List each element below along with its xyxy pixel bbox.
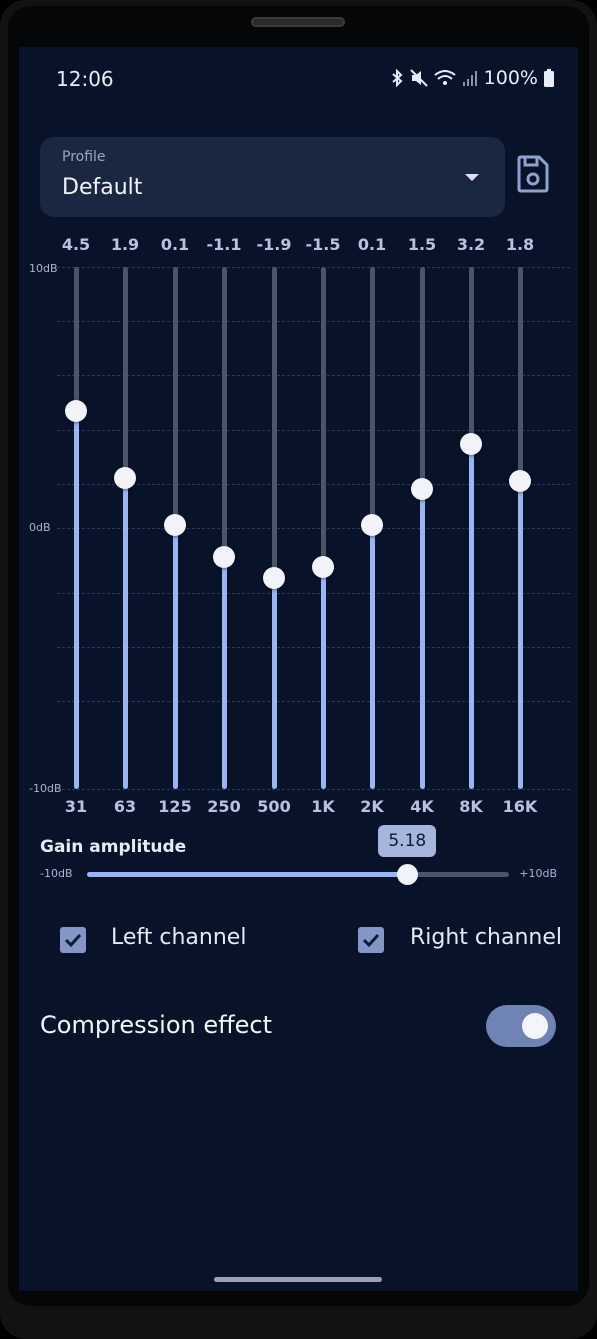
grid-line: [57, 701, 570, 702]
band-slider-track[interactable]: [122, 267, 128, 789]
grid-line: [57, 321, 570, 322]
band-slider-fill: [419, 488, 425, 789]
phone-frame: 12:06 100% Profile Default 10dB 0dB -10d…: [0, 0, 597, 1339]
band-slider-fill: [73, 410, 79, 789]
compression-toggle[interactable]: [486, 1005, 556, 1047]
gain-slider-fill: [87, 872, 408, 877]
wifi-icon: [434, 70, 456, 85]
battery-icon: [544, 69, 554, 87]
profile-value: Default: [62, 175, 143, 200]
band-gain-value: 1.8: [505, 235, 535, 254]
band-slider-thumb[interactable]: [509, 470, 531, 493]
band-slider-thumb[interactable]: [213, 545, 235, 568]
mute-icon: [409, 69, 428, 87]
screen: 12:06 100% Profile Default 10dB 0dB -10d…: [19, 47, 578, 1291]
gain-amplitude-slider[interactable]: [87, 864, 509, 885]
gain-value-bubble: 5.18: [378, 825, 437, 857]
band-slider-fill: [221, 556, 227, 789]
profile-dropdown[interactable]: Profile Default: [40, 137, 505, 217]
status-icons: 100%: [390, 67, 554, 89]
save-profile-button[interactable]: [517, 155, 555, 197]
band-slider-thumb[interactable]: [312, 556, 334, 579]
grid-line: [57, 647, 570, 648]
grid-line: [57, 528, 570, 529]
band-slider-track[interactable]: [419, 267, 425, 789]
band-frequency-label: 31: [64, 797, 88, 816]
band-slider-thumb[interactable]: [411, 477, 433, 500]
band-gain-value: -1.5: [305, 235, 341, 254]
equalizer: 10dB 0dB -10dB 4.5 31 1.9 63 0.1 125 -1.1 250 -1…: [19, 227, 578, 827]
band-gain-value: 1.5: [407, 235, 437, 254]
checkmark-icon: [362, 933, 380, 948]
band-slider-fill: [320, 567, 326, 789]
right-channel-label[interactable]: Right channel: [410, 925, 562, 950]
axis-top-label: 10dB: [29, 262, 58, 275]
dropdown-arrow-icon: [465, 174, 479, 181]
battery-percent: 100%: [483, 67, 538, 89]
band-slider-fill: [122, 478, 128, 789]
signal-icon: [462, 71, 477, 86]
axis-mid-label: 0dB: [29, 521, 51, 534]
band-frequency-label: 125: [158, 797, 192, 816]
compression-effect-label: Compression effect: [40, 1011, 273, 1039]
gain-amplitude-title: Gain amplitude: [40, 837, 187, 857]
band-frequency-label: 4K: [410, 797, 434, 816]
band-gain-value: -1.1: [206, 235, 242, 254]
grid-line: [57, 593, 570, 594]
band-slider-fill: [468, 444, 474, 789]
band-slider-track[interactable]: [468, 267, 474, 789]
left-channel-label[interactable]: Left channel: [111, 925, 246, 950]
band-frequency-label: 8K: [459, 797, 483, 816]
band-slider-track[interactable]: [271, 267, 277, 789]
band-gain-value: 0.1: [357, 235, 387, 254]
band-slider-thumb[interactable]: [263, 566, 285, 589]
band-slider-track[interactable]: [73, 267, 79, 789]
band-slider-fill: [271, 577, 277, 789]
band-gain-value: -1.9: [256, 235, 292, 254]
bluetooth-icon: [392, 69, 403, 87]
band-slider-fill: [517, 481, 523, 789]
grid-line: [57, 789, 570, 790]
checkmark-icon: [64, 933, 82, 948]
save-icon: [517, 155, 549, 193]
gain-max-label: +10dB: [519, 867, 557, 880]
band-frequency-label: 1K: [311, 797, 335, 816]
band-gain-value: 0.1: [160, 235, 190, 254]
profile-label: Profile: [62, 149, 106, 165]
gain-min-label: -10dB: [40, 867, 73, 880]
band-slider-thumb[interactable]: [361, 514, 383, 537]
right-channel-checkbox[interactable]: [358, 927, 384, 953]
band-frequency-label: 63: [113, 797, 137, 816]
band-slider-track[interactable]: [221, 267, 227, 789]
band-slider-thumb[interactable]: [460, 433, 482, 456]
left-channel-checkbox[interactable]: [60, 927, 86, 953]
toggle-knob: [522, 1013, 548, 1039]
grid-line: [57, 375, 570, 376]
grid-line: [57, 430, 570, 431]
band-frequency-label: 16K: [502, 797, 538, 816]
earpiece-speaker: [251, 17, 345, 27]
band-slider-fill: [369, 525, 375, 789]
band-frequency-label: 2K: [360, 797, 384, 816]
band-frequency-label: 250: [207, 797, 241, 816]
gain-slider-thumb[interactable]: [397, 864, 419, 885]
status-time: 12:06: [56, 67, 114, 91]
band-slider-track[interactable]: [320, 267, 326, 789]
band-slider-thumb[interactable]: [164, 514, 186, 537]
band-gain-value: 4.5: [61, 235, 91, 254]
band-frequency-label: 500: [257, 797, 291, 816]
band-slider-thumb[interactable]: [65, 399, 87, 422]
home-indicator[interactable]: [214, 1277, 382, 1282]
band-gain-value: 3.2: [456, 235, 486, 254]
band-slider-thumb[interactable]: [114, 467, 136, 490]
band-slider-track[interactable]: [517, 267, 523, 789]
grid-line: [57, 267, 570, 268]
band-gain-value: 1.9: [110, 235, 140, 254]
band-slider-fill: [172, 525, 178, 789]
